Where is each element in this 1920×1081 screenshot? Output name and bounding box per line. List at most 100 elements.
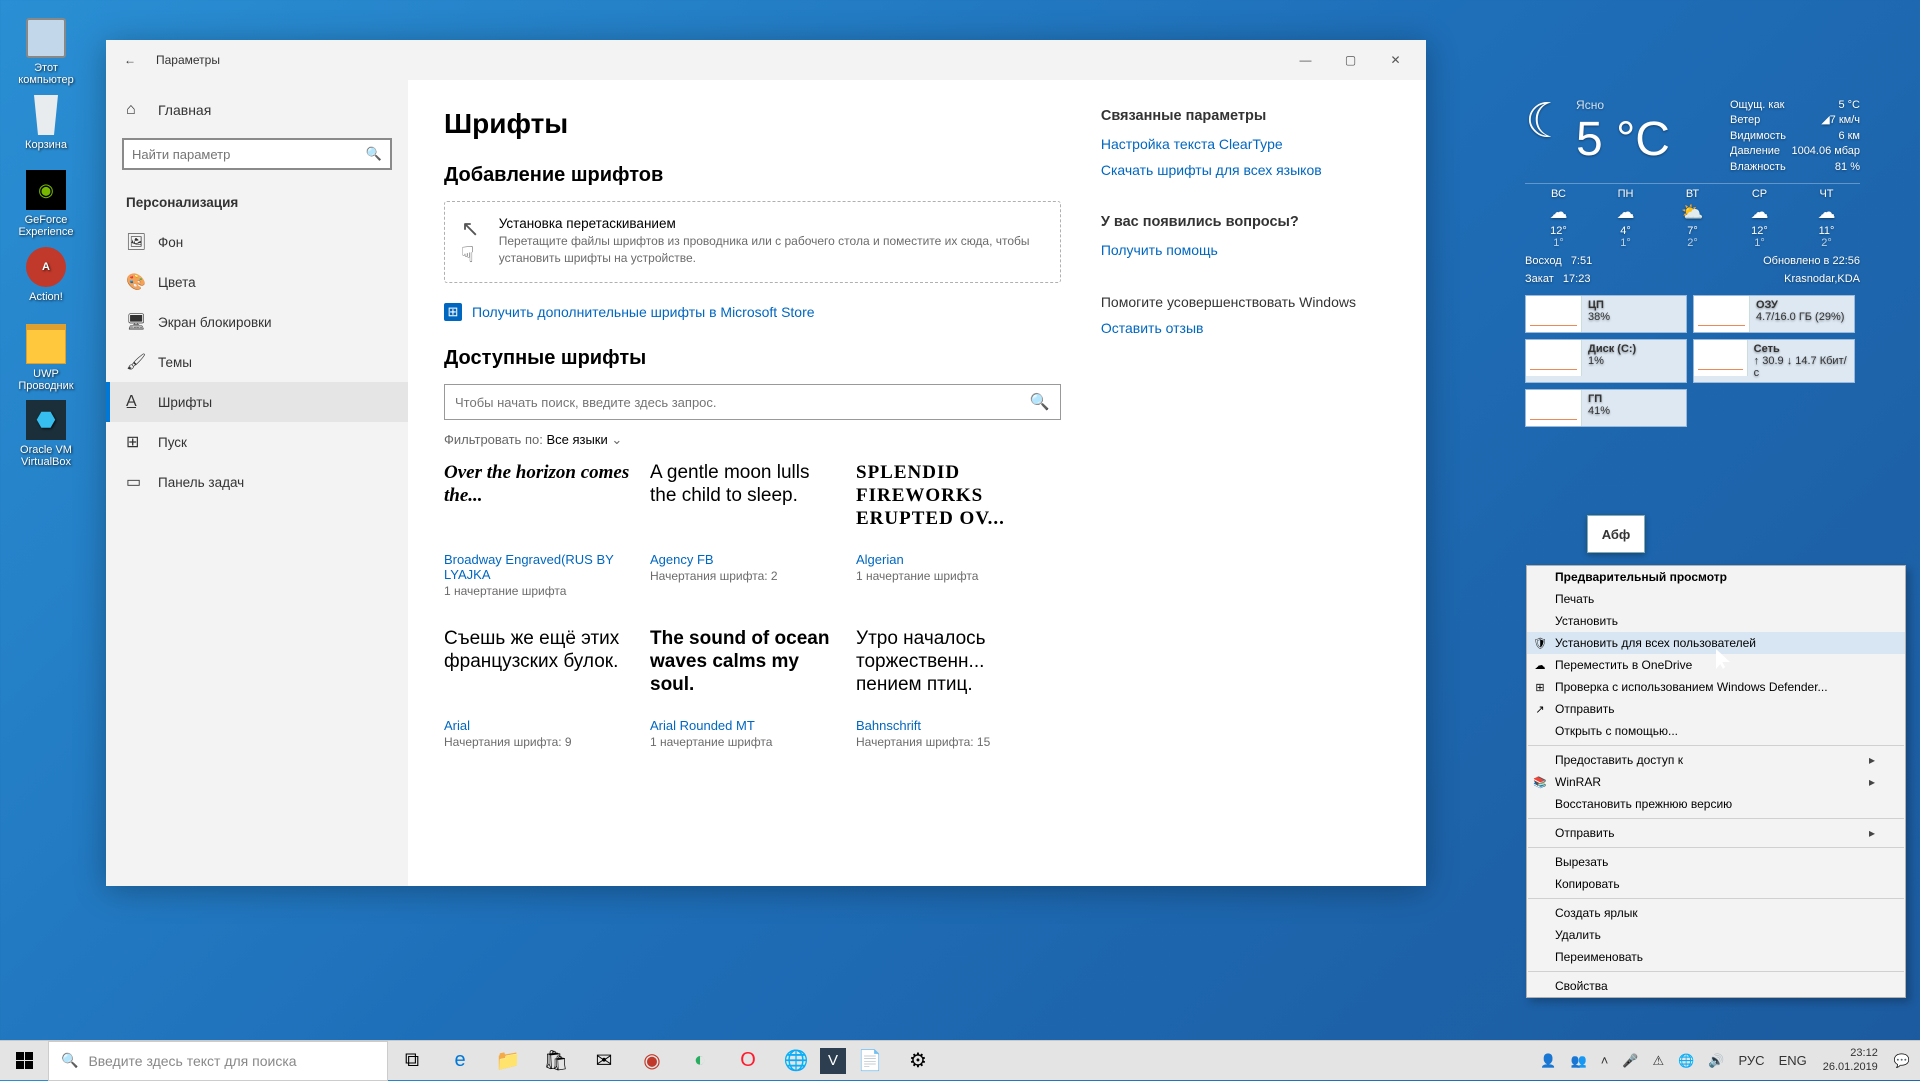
tray-people-icon[interactable]: 👥 (1565, 1053, 1593, 1069)
desktop-icon-label: Корзина (25, 139, 67, 151)
taskbar-search[interactable]: 🔍Введите здесь текст для поиска (48, 1041, 388, 1081)
ctx-shortcut[interactable]: Создать ярлык (1527, 902, 1905, 924)
tray-notifications-icon[interactable]: 💬 (1888, 1053, 1916, 1069)
desktop-icon-recycle[interactable]: Корзина (8, 95, 84, 151)
taskbar-app-v[interactable]: V (820, 1048, 846, 1074)
sidebar-category: Персонализация (106, 182, 408, 222)
sidebar-home[interactable]: ⌂Главная (106, 90, 408, 130)
desktop-icon-geforce[interactable]: ◉GeForce Experience (8, 170, 84, 238)
font-search-input[interactable] (455, 395, 1030, 410)
desktop-icon-virtualbox[interactable]: ⬣Oracle VM VirtualBox (8, 400, 84, 468)
tray-lang1[interactable]: РУС (1733, 1053, 1771, 1068)
get-help-link[interactable]: Получить помощь (1101, 242, 1390, 258)
taskbar-edge[interactable]: e (436, 1041, 484, 1081)
font-name: Broadway Engraved(RUS BY LYAJKA (444, 552, 634, 582)
taskbar-notepad[interactable]: 📄 (846, 1041, 894, 1081)
sidebar-label: Пуск (158, 435, 187, 450)
sidebar-item-themes[interactable]: 🖌 Темы (106, 342, 408, 382)
themes-icon: 🖌 (126, 352, 144, 372)
feedback-link[interactable]: Оставить отзыв (1101, 320, 1390, 336)
taskbar-app-green[interactable]: ◐ (676, 1041, 724, 1081)
filter-value: Все языки (546, 432, 607, 447)
back-button[interactable]: ← (114, 53, 146, 67)
taskbar: 🔍Введите здесь текст для поиска ⧉ e 📁 🛍 … (0, 1040, 1920, 1080)
start-button[interactable] (0, 1041, 48, 1081)
computer-icon (26, 18, 66, 58)
filter-row[interactable]: Фильтровать по: Все языки ⌄ (444, 432, 1061, 448)
sidebar-label: Главная (158, 102, 211, 118)
tray-user-icon[interactable]: 👤 (1534, 1053, 1562, 1069)
ctx-defender[interactable]: ⊞Проверка с использованием Windows Defen… (1527, 676, 1905, 698)
font-file-thumbnail[interactable]: Абф (1587, 515, 1645, 553)
ctx-cut[interactable]: Вырезать (1527, 851, 1905, 873)
ctx-openwith[interactable]: Открыть с помощью... (1527, 720, 1905, 742)
ctx-restore[interactable]: Восстановить прежнюю версию (1527, 793, 1905, 815)
font-card[interactable]: Съешь же ещё этих французских булок. Ari… (444, 628, 634, 749)
tray-volume-icon[interactable]: 🔊 (1702, 1053, 1730, 1069)
font-sample: The sound of ocean waves calms my soul. (650, 628, 840, 706)
titlebar: ← Параметры — ▢ ✕ (106, 40, 1426, 80)
ctx-share[interactable]: ↗Отправить (1527, 698, 1905, 720)
ctx-properties[interactable]: Свойства (1527, 975, 1905, 997)
download-fonts-link[interactable]: Скачать шрифты для всех языков (1101, 162, 1390, 178)
taskbar-settings[interactable]: ⚙ (894, 1041, 942, 1081)
tray-network-icon[interactable]: 🌐 (1672, 1053, 1700, 1069)
desktop-icon-action[interactable]: AAction! (8, 247, 84, 303)
font-card[interactable]: Утро началось торжественн... пением птиц… (856, 628, 1046, 749)
desktop-icon-uwp[interactable]: UWP Проводник (8, 324, 84, 392)
minimize-button[interactable]: — (1283, 44, 1328, 76)
taskbar-icon: ▭ (126, 472, 144, 492)
tray-lang2[interactable]: ENG (1773, 1053, 1813, 1068)
sidebar-item-fonts[interactable]: A̲Шрифты (106, 382, 408, 422)
font-card[interactable]: Over the horizon comes the... Broadway E… (444, 462, 634, 598)
ms-store-link[interactable]: ⊞ Получить дополнительные шрифты в Micro… (444, 303, 1061, 321)
perf-net: Сеть↑ 30.9 ↓ 14.7 Кбит/с (1693, 339, 1855, 383)
tray-warning-icon[interactable]: ⚠ (1647, 1053, 1671, 1069)
ctx-rename[interactable]: Переименовать (1527, 946, 1905, 968)
sidebar-label: Темы (158, 355, 192, 370)
taskbar-store[interactable]: 🛍 (532, 1041, 580, 1081)
ctx-access[interactable]: Предоставить доступ к▸ (1527, 749, 1905, 771)
ctx-winrar[interactable]: 📚WinRAR▸ (1527, 771, 1905, 793)
close-button[interactable]: ✕ (1373, 44, 1418, 76)
ctx-delete[interactable]: Удалить (1527, 924, 1905, 946)
font-card[interactable]: The sound of ocean waves calms my soul. … (650, 628, 840, 749)
maximize-button[interactable]: ▢ (1328, 44, 1373, 76)
tray-clock[interactable]: 23:1226.01.2019 (1815, 1047, 1886, 1073)
font-meta: 1 начертание шрифта (650, 735, 840, 749)
tray-mic-icon[interactable]: 🎤 (1616, 1053, 1644, 1069)
cleartype-link[interactable]: Настройка текста ClearType (1101, 136, 1390, 152)
task-view-button[interactable]: ⧉ (388, 1041, 436, 1081)
moon-icon: ☾ (1525, 98, 1568, 175)
settings-window: ← Параметры — ▢ ✕ ⌂Главная 🔍 Персонализа… (106, 40, 1426, 886)
taskbar-app-a[interactable]: ◉ (628, 1041, 676, 1081)
tray-chevron-up-icon[interactable]: ˄ (1595, 1053, 1615, 1068)
search-input[interactable] (132, 147, 366, 162)
ctx-preview[interactable]: Предварительный просмотр (1527, 566, 1905, 588)
sidebar-item-lockscreen[interactable]: 🖥Экран блокировки (106, 302, 408, 342)
sidebar-item-start[interactable]: ⊞Пуск (106, 422, 408, 462)
ctx-sendto[interactable]: Отправить▸ (1527, 822, 1905, 844)
search-settings[interactable]: 🔍 (122, 138, 392, 170)
font-dropzone[interactable]: ↖☟ Установка перетаскиванием Перетащите … (444, 201, 1061, 283)
sidebar-item-colors[interactable]: 🎨Цвета (106, 262, 408, 302)
sidebar-item-background[interactable]: 🖼Фон (106, 222, 408, 262)
picture-icon: 🖼 (126, 232, 144, 252)
sidebar-item-taskbar[interactable]: ▭ Панель задач (106, 462, 408, 502)
font-icon: A̲ (126, 393, 144, 411)
font-search[interactable]: 🔍 (444, 384, 1061, 420)
taskbar-opera[interactable]: O (724, 1041, 772, 1081)
desktop-icon-computer[interactable]: Этот компьютер (8, 18, 84, 86)
font-card[interactable]: A gentle moon lulls the child to sleep. … (650, 462, 840, 598)
dropzone-title: Установка перетаскиванием (499, 216, 1044, 231)
font-card[interactable]: SPLENDID FIREWORKS ERUPTED OV... Algeria… (856, 462, 1046, 598)
font-sample: Over the horizon comes the... (444, 462, 634, 540)
font-sample: A gentle moon lulls the child to sleep. (650, 462, 840, 540)
taskbar-mail[interactable]: ✉ (580, 1041, 628, 1081)
ctx-copy[interactable]: Копировать (1527, 873, 1905, 895)
ctx-print[interactable]: Печать (1527, 588, 1905, 610)
taskbar-explorer[interactable]: 📁 (484, 1041, 532, 1081)
ctx-install[interactable]: Установить (1527, 610, 1905, 632)
taskbar-chrome[interactable]: 🌐 (772, 1041, 820, 1081)
sidebar-label: Панель задач (158, 475, 244, 490)
